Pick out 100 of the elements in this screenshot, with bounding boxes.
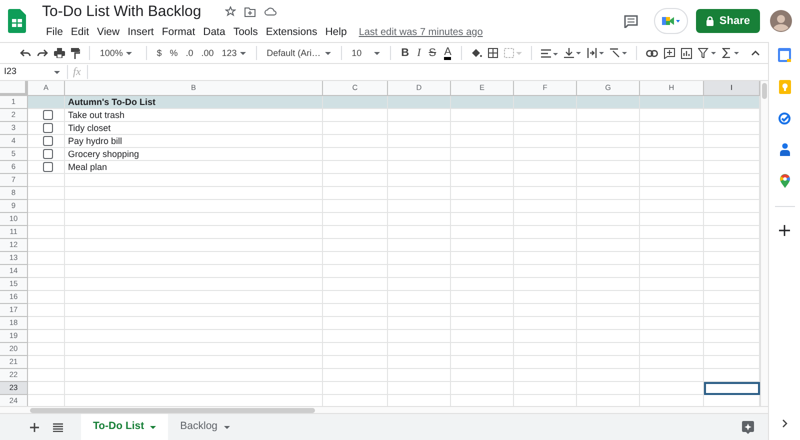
table-cell[interactable]: [640, 356, 704, 369]
table-cell[interactable]: [577, 122, 640, 135]
table-cell[interactable]: [388, 252, 451, 265]
table-cell[interactable]: [577, 304, 640, 317]
table-cell[interactable]: [514, 200, 577, 213]
table-cell[interactable]: [451, 265, 514, 278]
table-cell[interactable]: [28, 252, 65, 265]
table-cell[interactable]: [388, 187, 451, 200]
table-cell[interactable]: Take out trash: [65, 109, 323, 122]
sheet-list-icon[interactable]: [53, 423, 63, 432]
table-cell[interactable]: [451, 252, 514, 265]
checkbox[interactable]: [42, 149, 52, 159]
table-cell[interactable]: [388, 265, 451, 278]
table-cell[interactable]: [388, 200, 451, 213]
table-cell[interactable]: [640, 174, 704, 187]
table-cell[interactable]: [577, 200, 640, 213]
table-cell[interactable]: [388, 96, 451, 109]
italic-button[interactable]: I: [416, 47, 422, 59]
table-cell[interactable]: [323, 122, 388, 135]
strikethrough-button[interactable]: S: [428, 47, 438, 59]
table-cell[interactable]: [323, 135, 388, 148]
name-box[interactable]: I23: [0, 64, 64, 80]
print-icon[interactable]: [54, 48, 65, 58]
table-cell[interactable]: [65, 187, 323, 200]
table-cell[interactable]: [577, 161, 640, 174]
table-cell[interactable]: [640, 252, 704, 265]
table-cell[interactable]: [451, 174, 514, 187]
table-cell[interactable]: [323, 213, 388, 226]
scrollbar-thumb[interactable]: [30, 408, 315, 413]
table-cell[interactable]: [65, 174, 323, 187]
table-cell[interactable]: [451, 278, 514, 291]
table-cell[interactable]: [514, 96, 577, 109]
menu-item[interactable]: Data: [199, 25, 230, 39]
table-cell[interactable]: [640, 213, 704, 226]
table-cell[interactable]: [514, 213, 577, 226]
table-cell[interactable]: [577, 265, 640, 278]
table-cell[interactable]: [28, 304, 65, 317]
table-cell[interactable]: [640, 187, 704, 200]
table-cell[interactable]: [514, 265, 577, 278]
table-cell[interactable]: [28, 213, 65, 226]
table-cell[interactable]: [577, 356, 640, 369]
table-cell[interactable]: [323, 304, 388, 317]
table-cell[interactable]: [388, 278, 451, 291]
table-cell[interactable]: [28, 265, 65, 278]
table-cell[interactable]: [640, 343, 704, 356]
table-cell[interactable]: [28, 278, 65, 291]
table-cell[interactable]: [577, 174, 640, 187]
borders-icon[interactable]: [488, 48, 498, 58]
table-cell[interactable]: [323, 239, 388, 252]
table-cell[interactable]: [28, 200, 65, 213]
checkbox[interactable]: [42, 136, 52, 146]
filter-icon[interactable]: [698, 48, 716, 58]
table-cell[interactable]: [28, 226, 65, 239]
table-cell[interactable]: [323, 265, 388, 278]
table-cell[interactable]: [388, 226, 451, 239]
table-cell[interactable]: [65, 291, 323, 304]
table-cell[interactable]: [577, 382, 640, 395]
star-icon[interactable]: [225, 6, 236, 17]
calendar-icon[interactable]: [778, 48, 791, 62]
table-cell[interactable]: [451, 317, 514, 330]
paint-format-icon[interactable]: [71, 48, 80, 58]
table-cell[interactable]: [451, 135, 514, 148]
checkbox[interactable]: [42, 110, 52, 120]
table-cell[interactable]: [514, 239, 577, 252]
table-cell[interactable]: [577, 239, 640, 252]
select-all-corner[interactable]: [0, 81, 28, 96]
menu-item[interactable]: File: [42, 25, 67, 39]
table-cell[interactable]: [514, 226, 577, 239]
menu-item[interactable]: Insert: [124, 25, 158, 39]
table-cell[interactable]: [28, 239, 65, 252]
percent-format-button[interactable]: %: [168, 47, 179, 59]
table-cell[interactable]: [28, 330, 65, 343]
table-cell[interactable]: [388, 161, 451, 174]
table-cell[interactable]: [451, 213, 514, 226]
table-cell[interactable]: [388, 174, 451, 187]
table-cell[interactable]: [65, 369, 323, 382]
table-cell[interactable]: [323, 382, 388, 395]
table-cell[interactable]: [65, 278, 323, 291]
vertical-align-icon[interactable]: [564, 48, 582, 58]
table-cell[interactable]: [65, 343, 323, 356]
table-cell[interactable]: [514, 317, 577, 330]
table-cell[interactable]: [451, 291, 514, 304]
table-cell[interactable]: [514, 343, 577, 356]
table-cell[interactable]: [451, 330, 514, 343]
table-cell[interactable]: [323, 96, 388, 109]
table-cell[interactable]: [388, 343, 451, 356]
table-cell[interactable]: [577, 226, 640, 239]
table-cell[interactable]: [323, 343, 388, 356]
table-cell[interactable]: [28, 122, 65, 135]
table-cell[interactable]: [514, 356, 577, 369]
table-cell[interactable]: [514, 122, 577, 135]
table-cell[interactable]: [704, 96, 760, 109]
table-cell[interactable]: [388, 304, 451, 317]
table-cell[interactable]: [451, 356, 514, 369]
table-cell[interactable]: [28, 135, 65, 148]
bold-button[interactable]: B: [400, 47, 410, 59]
align-left-icon[interactable]: [541, 48, 558, 58]
table-cell[interactable]: [451, 96, 514, 109]
table-cell[interactable]: [65, 265, 323, 278]
table-cell[interactable]: [640, 330, 704, 343]
